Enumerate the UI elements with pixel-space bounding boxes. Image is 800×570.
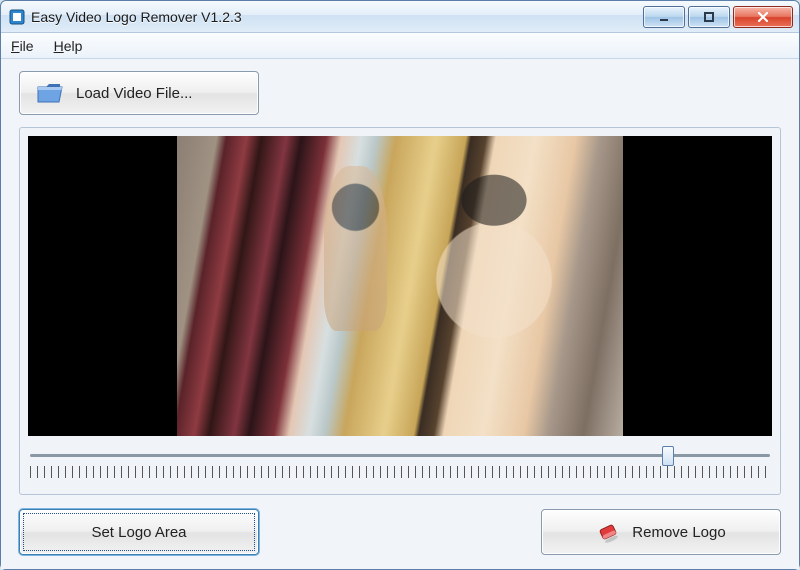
maximize-button[interactable] — [688, 6, 730, 28]
set-logo-area-button[interactable]: Set Logo Area — [19, 509, 259, 555]
video-frame-image — [177, 136, 623, 436]
menu-help[interactable]: Help — [54, 38, 83, 54]
timeline-slider[interactable] — [28, 448, 772, 486]
folder-icon — [36, 81, 64, 105]
video-preview[interactable] — [28, 136, 772, 436]
titlebar: Easy Video Logo Remover V1.2.3 — [1, 1, 799, 33]
remove-logo-label: Remove Logo — [632, 524, 725, 541]
app-icon — [9, 9, 25, 25]
close-button[interactable] — [733, 6, 793, 28]
menubar: File Help — [1, 33, 799, 59]
window-title: Easy Video Logo Remover V1.2.3 — [31, 9, 643, 25]
eraser-icon — [596, 521, 620, 543]
remove-logo-button[interactable]: Remove Logo — [541, 509, 781, 555]
slider-ticks — [30, 466, 770, 478]
minimize-button[interactable] — [643, 6, 685, 28]
content-area: Load Video File... Set Logo Area — [1, 59, 799, 569]
load-video-button[interactable]: Load Video File... — [19, 71, 259, 115]
bottom-button-row: Set Logo Area Remove Logo — [19, 509, 781, 555]
load-row: Load Video File... — [19, 71, 781, 115]
menu-file[interactable]: File — [11, 38, 34, 54]
slider-track — [30, 454, 770, 457]
window-controls — [643, 6, 793, 28]
set-logo-area-label: Set Logo Area — [91, 524, 186, 541]
video-groupbox — [19, 127, 781, 495]
slider-thumb[interactable] — [662, 446, 674, 466]
load-video-label: Load Video File... — [76, 85, 192, 102]
app-window: Easy Video Logo Remover V1.2.3 File Help — [0, 0, 800, 570]
